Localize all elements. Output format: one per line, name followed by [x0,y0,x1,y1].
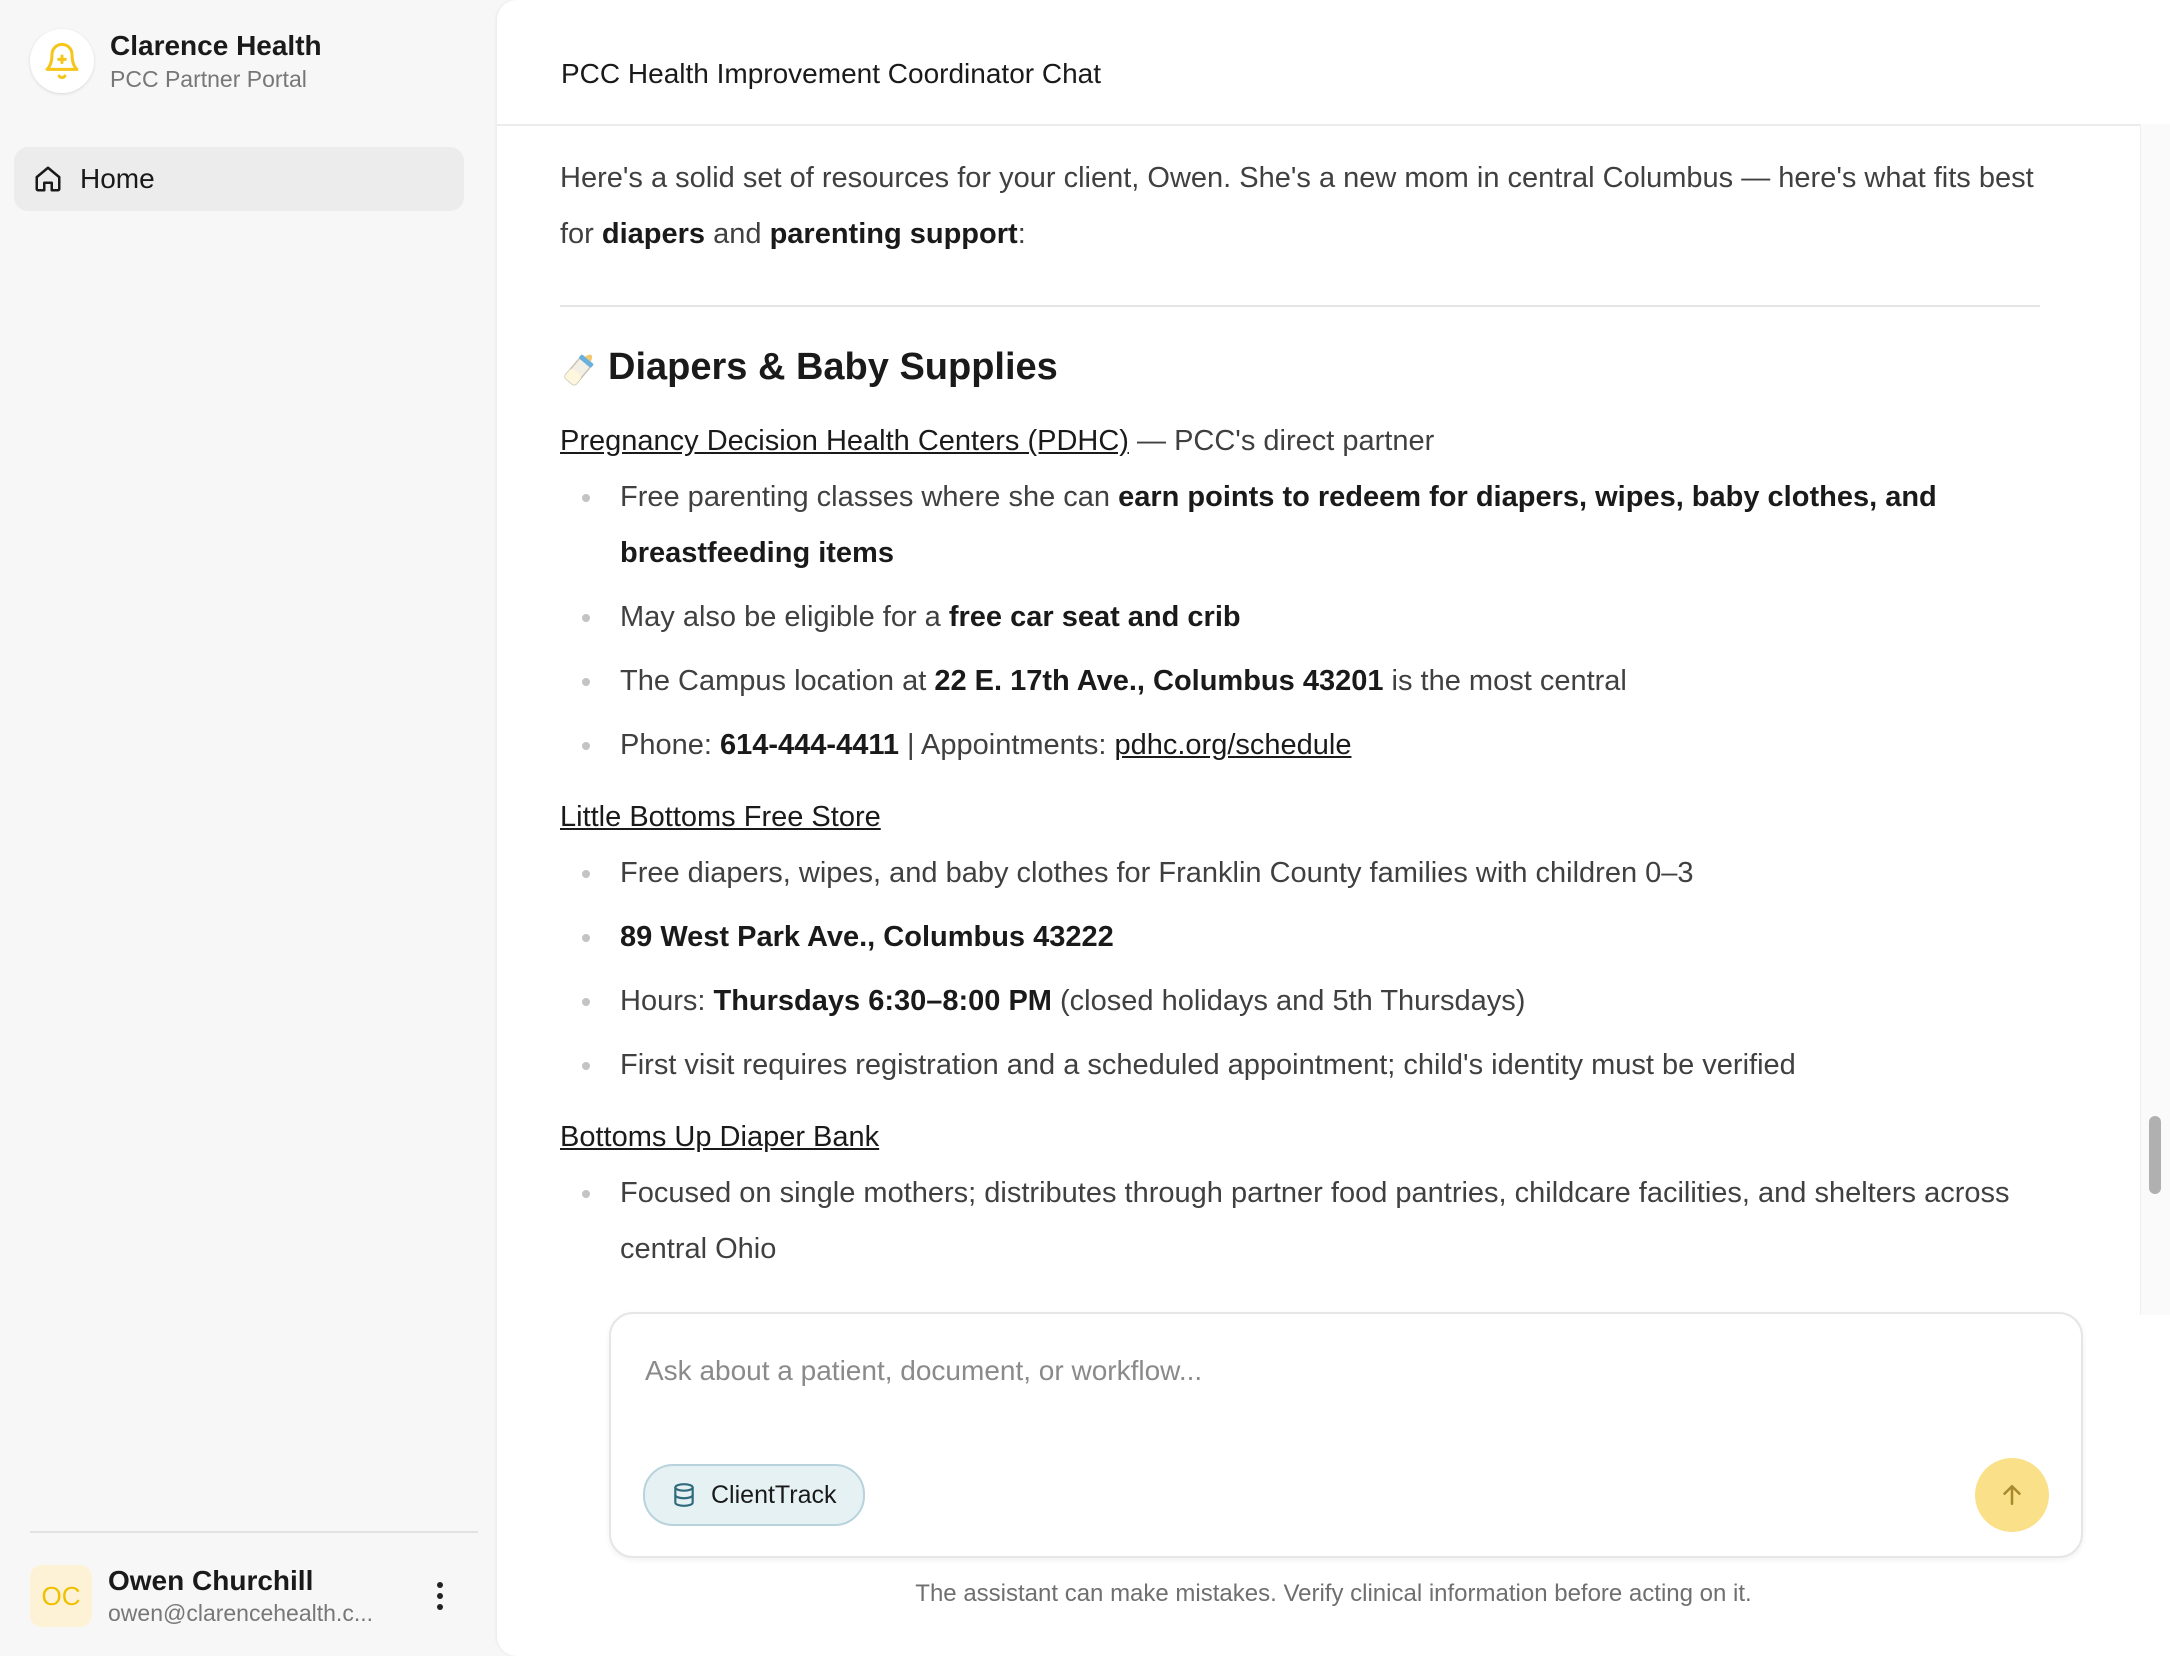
brand-subtitle: PCC Partner Portal [110,66,307,92]
list-item: May also be eligible for a free car seat… [560,589,2040,645]
brand: Clarence Health PCC Partner Portal [30,28,322,94]
user-profile[interactable]: OC Owen Churchill owen@clarencehealth.c.… [30,1563,460,1629]
clienttrack-chip[interactable]: ClientTrack [643,1464,865,1526]
list-item: Hours: Thursdays 6:30–8:00 PM (closed ho… [560,973,2040,1029]
intro-text-end: : [1017,218,1026,250]
intro-paragraph: Here's a solid set of resources for your… [560,150,2040,262]
chat-header: PCC Health Improvement Coordinator Chat [497,0,2170,126]
org-link-little-bottoms[interactable]: Little Bottoms Free Store [560,801,881,833]
list-item: The Campus location at 22 E. 17th Ave., … [560,653,2040,709]
org-note: — PCC's direct partner [1128,425,1435,457]
disclaimer: The assistant can make mistakes. Verify … [915,1580,1752,1607]
home-icon [32,163,64,195]
scrollbar[interactable] [2140,124,2170,1315]
chat-input[interactable] [643,1340,2027,1402]
intro-bold-diapers: diapers [601,218,706,250]
sidebar-item-home[interactable]: Home [14,147,464,211]
send-button[interactable] [1975,1458,2049,1532]
list-item: Phone: 614-444-4411 | Appointments: pdhc… [560,717,2040,773]
list-item: First visit requires registration and a … [560,1037,2040,1093]
list-bold: 89 West Park Ave., Columbus 43222 [620,921,1114,953]
database-icon [674,1483,694,1507]
sidebar-item-label: Home [80,163,155,194]
page-title: PCC Health Improvement Coordinator Chat [561,58,1102,89]
org-bottoms-up-list: Focused on single mothers; distributes t… [560,1165,2040,1277]
user-email: owen@clarencehealth.c... [108,1600,373,1626]
list-bold: Thursdays 6:30–8:00 PM [713,985,1052,1017]
list-text: Hours: [620,985,714,1017]
list-text: The Campus location at [620,665,935,697]
chip-label: ClientTrack [711,1480,837,1509]
intro-bold-parenting: parenting support [769,218,1018,250]
list-text: Phone: [620,729,720,761]
intro-text-and: and [705,218,770,250]
org-pdhc-list: Free parenting classes where she can ear… [560,469,2040,773]
org-bottoms-up: Bottoms Up Diaper Bank [560,1109,2040,1165]
list-text: May also be eligible for a [620,601,949,633]
chat-message: Here's a solid set of resources for your… [560,150,2040,1315]
sidebar-divider [30,1531,478,1533]
list-item: 89 West Park Ave., Columbus 43222 [560,909,2040,965]
list-item: Free diapers, wipes, and baby clothes fo… [560,845,2040,901]
org-little-bottoms-list: Free diapers, wipes, and baby clothes fo… [560,845,2040,1093]
list-item: Free parenting classes where she can ear… [560,469,2040,581]
bell-icon [30,29,94,93]
section-heading: Diapers & Baby Supplies [560,343,2040,391]
appointments-link[interactable]: pdhc.org/schedule [1114,729,1351,761]
avatar: OC [30,1565,92,1627]
org-pdhc: Pregnancy Decision Health Centers (PDHC)… [560,413,2040,469]
scrollbar-thumb[interactable] [2149,1116,2161,1194]
main-panel: PCC Health Improvement Coordinator Chat … [497,0,2170,1656]
list-bold: free car seat and crib [948,601,1241,633]
list-text: (closed holidays and 5th Thursdays) [1051,985,1526,1017]
user-name: Owen Churchill [108,1565,314,1596]
phone-number: 614-444-4411 [719,729,899,761]
section-title: Diapers & Baby Supplies [608,346,1058,388]
list-bold: 22 E. 17th Ave., Columbus 43201 [934,665,1384,697]
org-little-bottoms: Little Bottoms Free Store [560,789,2040,845]
arrow-up-icon [2003,1485,2021,1505]
list-item: Focused on single mothers; distributes t… [560,1165,2040,1277]
list-text: is the most central [1383,665,1627,697]
more-options-icon[interactable] [420,1569,460,1623]
org-link-pdhc[interactable]: Pregnancy Decision Health Centers (PDHC) [560,425,1129,457]
baby-bottle-icon [564,354,594,386]
sidebar: Clarence Health PCC Partner Portal Home … [0,0,496,1656]
composer: ClientTrack [609,1312,2083,1558]
list-text: Free parenting classes where she can [620,481,1119,513]
brand-name: Clarence Health [110,30,322,61]
list-text: | Appointments: [898,729,1115,761]
org-link-bottoms-up[interactable]: Bottoms Up Diaper Bank [560,1121,879,1153]
divider [560,305,2040,307]
